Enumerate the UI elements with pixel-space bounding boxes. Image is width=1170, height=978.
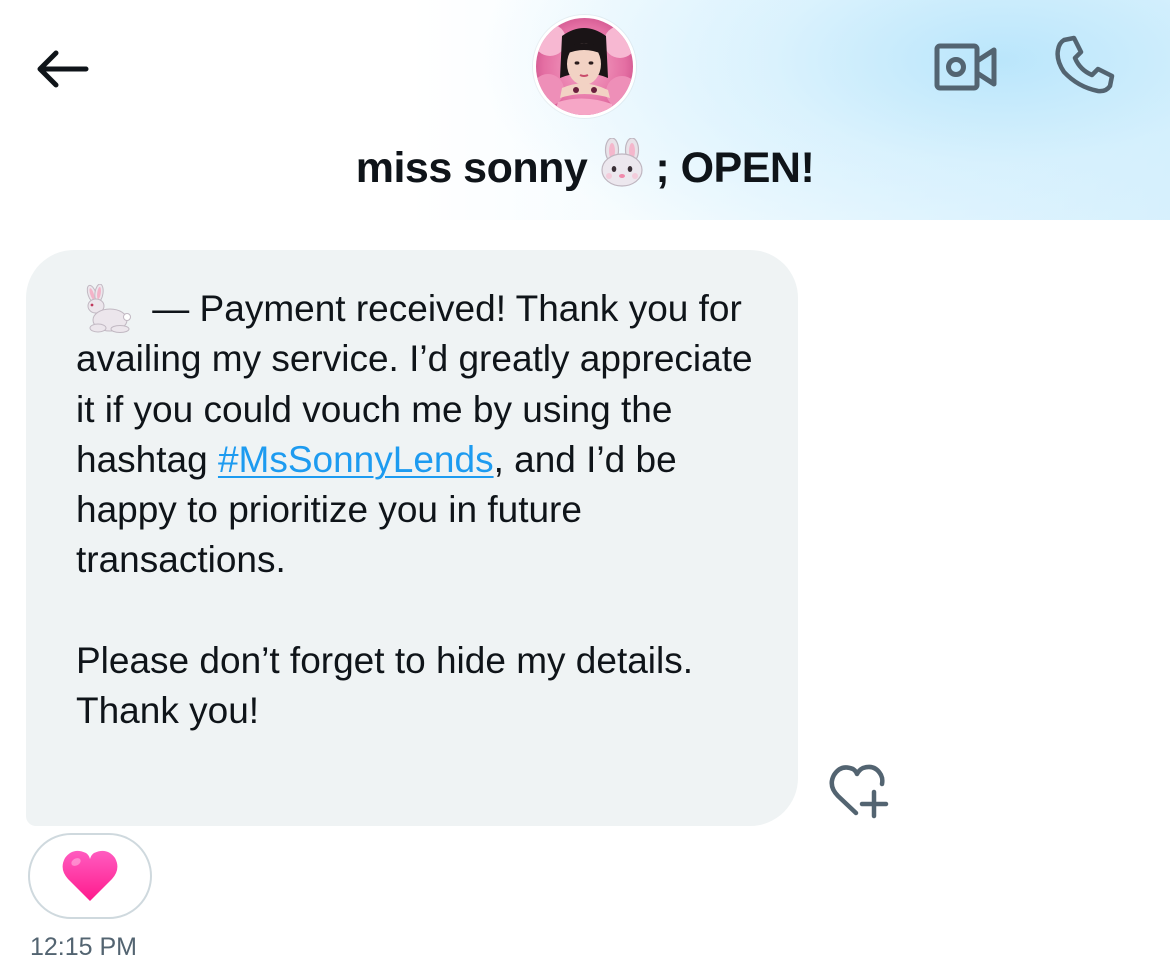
heart-plus-icon	[829, 764, 889, 819]
voice-call-button[interactable]	[1050, 32, 1120, 98]
phone-icon	[1055, 35, 1115, 94]
avatar-photo	[536, 18, 633, 115]
contact-status-text: ; OPEN!	[655, 144, 815, 192]
back-button[interactable]	[28, 40, 94, 98]
contact-name[interactable]: miss sonny ; OPEN!	[0, 137, 1170, 202]
reaction-pill[interactable]	[28, 833, 152, 919]
rabbit-emoji	[76, 283, 134, 334]
pink-heart-emoji	[62, 850, 118, 901]
dm-conversation-screen: miss sonny ; OPEN! — Payment received! T…	[0, 0, 1170, 978]
contact-name-text: miss sonny	[355, 144, 588, 192]
video-call-button[interactable]	[930, 38, 1002, 96]
add-reaction-button[interactable]	[822, 758, 894, 824]
rabbit-face-emoji	[595, 137, 649, 202]
arrow-left-icon	[37, 50, 89, 88]
message-timestamp: 12:15 PM	[30, 933, 138, 961]
conversation-header: miss sonny ; OPEN!	[0, 0, 1170, 220]
video-camera-icon	[934, 43, 997, 91]
avatar[interactable]	[533, 15, 636, 118]
message-paragraph-2: Please don’t forget to hide my details. …	[76, 640, 703, 732]
hashtag-link[interactable]: #MsSonnyLends	[218, 439, 494, 480]
message-text: — Payment received! Thank you for availi…	[76, 283, 766, 737]
